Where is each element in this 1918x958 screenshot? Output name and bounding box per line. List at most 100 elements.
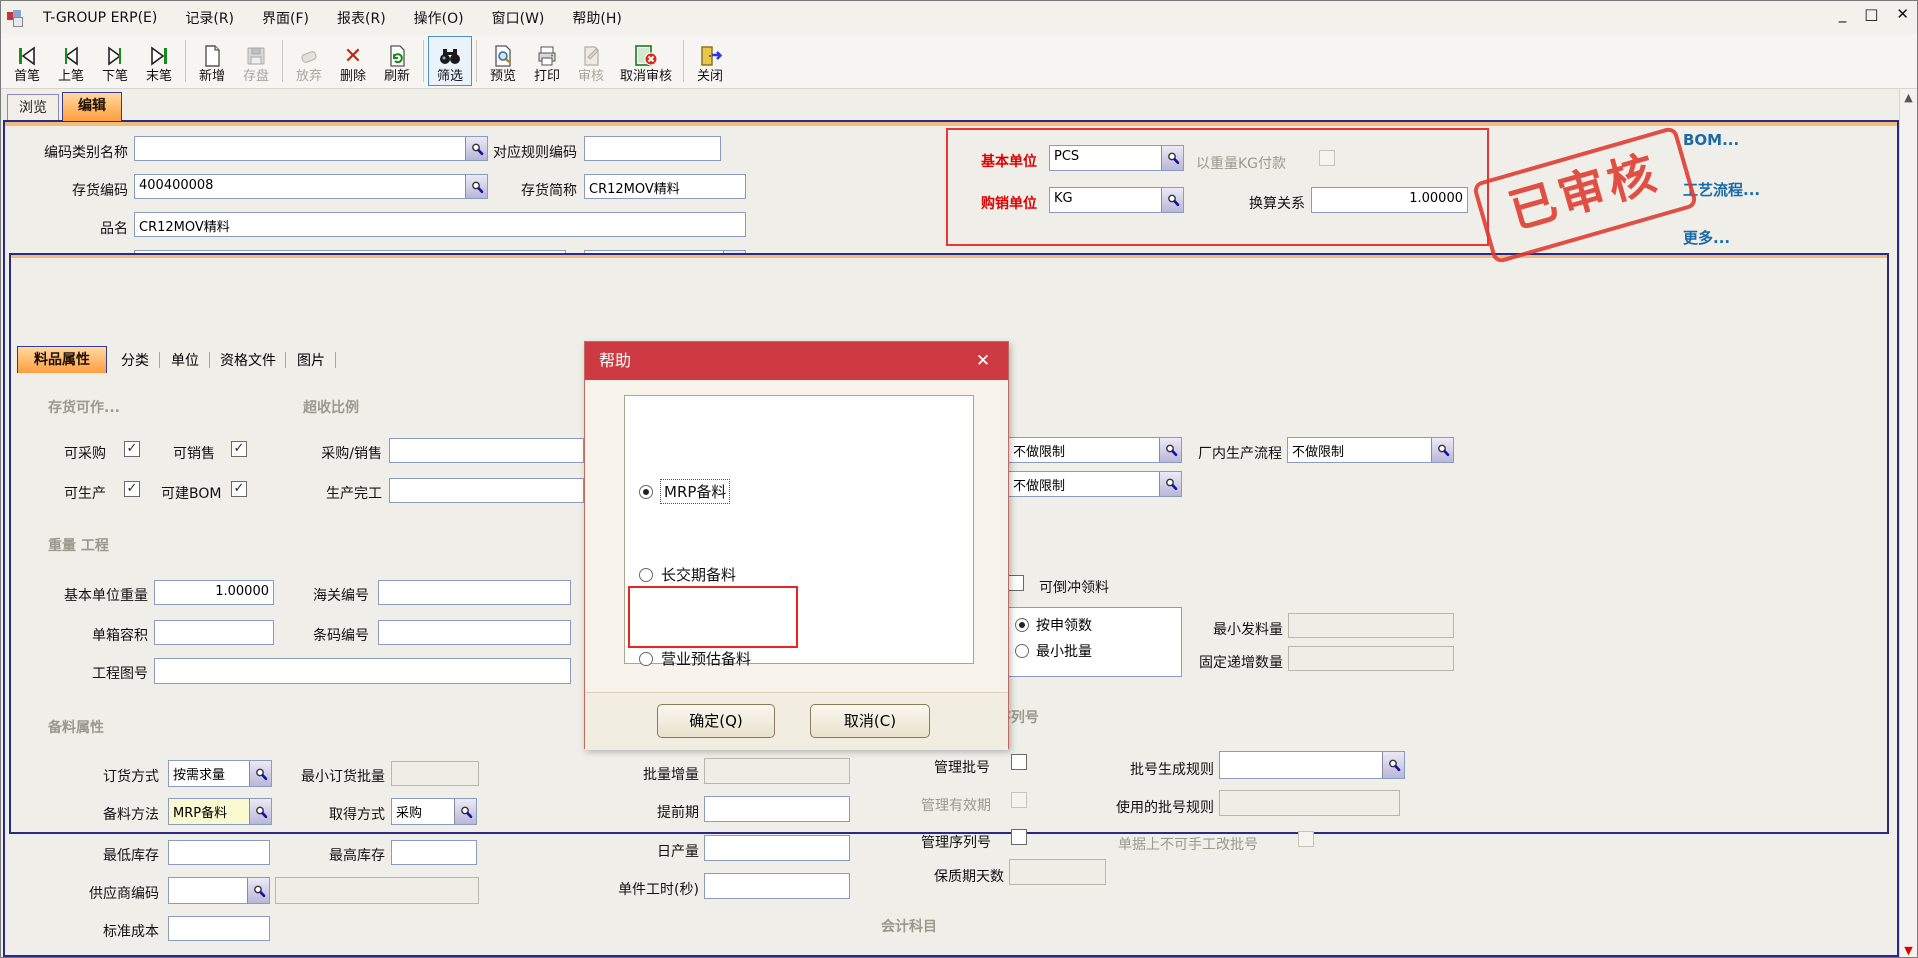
toolbar-separator: [185, 40, 186, 82]
base-weight-field[interactable]: 1.00000: [154, 580, 274, 605]
std-cost-field[interactable]: [168, 916, 270, 941]
option-long-lead-prep[interactable]: 长交期备料: [639, 564, 736, 585]
toolbar-cancel-audit-button[interactable]: 取消审核: [613, 36, 679, 86]
daily-output-field[interactable]: [704, 835, 850, 861]
dialog-close-icon[interactable]: ✕: [970, 342, 996, 380]
menu-operation[interactable]: 操作(O): [402, 4, 476, 32]
toolbar-delete-button[interactable]: ✕ 删除: [331, 36, 375, 86]
help-dialog-titlebar[interactable]: 帮助: [585, 342, 1008, 380]
audit-icon: [579, 43, 603, 69]
tab-unit[interactable]: 单位: [163, 348, 207, 373]
box-volume-label: 单箱容积: [78, 625, 148, 645]
batch-rule-combo[interactable]: [1219, 751, 1405, 779]
vertical-scrollbar[interactable]: ▲ ▼: [1899, 89, 1917, 958]
acquire-mode-combo[interactable]: 采购: [391, 798, 477, 825]
tab-classification[interactable]: 分类: [113, 348, 157, 373]
issue-by-request-option[interactable]: 按申领数: [1015, 612, 1175, 638]
link-bom[interactable]: BOM...: [1683, 131, 1739, 149]
conversion-field[interactable]: 1.00000: [1311, 187, 1468, 213]
lookup-icon[interactable]: [1161, 146, 1183, 170]
cancel-button[interactable]: 取消(C): [810, 704, 930, 738]
item-code-combo[interactable]: 400400008: [134, 174, 488, 199]
tab-edit[interactable]: 编辑: [62, 92, 122, 121]
can-purchase-checkbox[interactable]: ✓: [124, 441, 140, 457]
dialog-footer: [585, 692, 1008, 750]
toolbar-next-button[interactable]: 下笔: [93, 36, 137, 86]
prod-finish-label: 生产完工: [314, 483, 382, 503]
menu-help[interactable]: 帮助(H): [560, 4, 633, 32]
rule-code-field[interactable]: [584, 136, 721, 161]
lookup-icon[interactable]: [249, 761, 271, 786]
menu-report[interactable]: 报表(R): [325, 4, 398, 32]
order-mode-combo[interactable]: 按需求量: [168, 760, 272, 787]
limit-combo-2[interactable]: 不做限制: [1008, 471, 1182, 497]
max-stock-field[interactable]: [391, 840, 477, 865]
factory-flow-combo[interactable]: 不做限制: [1287, 437, 1454, 463]
purchase-sale-field[interactable]: [389, 438, 584, 463]
backflush-label: 可倒冲领料: [1039, 577, 1139, 597]
close-window-button[interactable]: ✕: [1896, 5, 1909, 23]
toolbar-new-button[interactable]: 新增: [190, 36, 234, 86]
tab-item-attributes[interactable]: 料品属性: [17, 346, 107, 373]
barcode-field[interactable]: [378, 620, 571, 645]
manage-serial-checkbox[interactable]: [1011, 829, 1027, 845]
lookup-icon[interactable]: [1161, 188, 1183, 212]
toolbar-close-button[interactable]: 关闭: [688, 36, 732, 86]
no-manual-batch-label: 单据上不可手工改批号: [1118, 834, 1290, 854]
lookup-icon[interactable]: [1159, 438, 1181, 462]
menu-record[interactable]: 记录(R): [173, 4, 246, 32]
lookup-icon[interactable]: [1159, 472, 1181, 496]
min-stock-field[interactable]: [168, 840, 270, 865]
minimize-button[interactable]: _: [1839, 5, 1847, 23]
manage-batch-checkbox[interactable]: [1011, 754, 1027, 770]
lookup-icon[interactable]: [249, 799, 271, 824]
toolbar-prev-button[interactable]: 上笔: [49, 36, 93, 86]
prod-finish-field[interactable]: [389, 478, 584, 503]
base-unit-combo[interactable]: PCS: [1049, 145, 1184, 171]
prep-method-combo[interactable]: MRP备料: [168, 798, 272, 825]
section-account: 会计科目: [881, 916, 937, 936]
supplier-combo[interactable]: [168, 877, 270, 904]
lookup-icon[interactable]: [247, 878, 269, 903]
can-bom-checkbox[interactable]: ✓: [231, 481, 247, 497]
limit-combo-1[interactable]: 不做限制: [1008, 437, 1182, 463]
scroll-up-icon[interactable]: ▲: [1900, 89, 1917, 106]
toolbar-preview-button[interactable]: 预览: [481, 36, 525, 86]
lookup-icon[interactable]: [454, 799, 476, 824]
toolbar-first-button[interactable]: 首笔: [5, 36, 49, 86]
menu-interface[interactable]: 界面(F): [250, 4, 321, 32]
can-produce-checkbox[interactable]: ✓: [124, 481, 140, 497]
customs-field[interactable]: [378, 580, 571, 605]
tab-browse[interactable]: 浏览: [7, 94, 59, 121]
lookup-icon[interactable]: [465, 137, 487, 160]
drawing-field[interactable]: [154, 658, 571, 684]
item-abbr-field[interactable]: CR12MOV精料: [584, 174, 746, 199]
lookup-icon[interactable]: [465, 175, 487, 198]
issue-by-min-batch-option[interactable]: 最小批量: [1015, 638, 1175, 664]
product-name-field[interactable]: CR12MOV精料: [134, 212, 746, 237]
unit-time-field[interactable]: [704, 873, 850, 899]
toolbar-last-button[interactable]: 末笔: [137, 36, 181, 86]
restore-button[interactable]: □: [1864, 5, 1878, 23]
option-sales-forecast-prep[interactable]: 营业预估备料: [639, 648, 751, 669]
box-volume-field[interactable]: [154, 620, 274, 645]
tab-images[interactable]: 图片: [289, 348, 333, 373]
toolbar-filter-button[interactable]: 筛选: [428, 36, 472, 86]
can-sell-checkbox[interactable]: ✓: [231, 441, 247, 457]
toolbar-print-button[interactable]: 打印: [525, 36, 569, 86]
lookup-icon[interactable]: [1382, 752, 1404, 778]
link-more[interactable]: 更多...: [1683, 227, 1730, 248]
ok-button[interactable]: 确定(Q): [657, 704, 775, 738]
code-category-combo[interactable]: [134, 136, 488, 161]
sales-unit-combo[interactable]: KG: [1049, 187, 1184, 213]
lookup-icon[interactable]: [1431, 438, 1453, 462]
supplier-name-field: [275, 877, 479, 904]
toolbar-refresh-button[interactable]: 刷新: [375, 36, 419, 86]
option-mrp-prep[interactable]: MRP备料: [639, 480, 729, 503]
menu-window[interactable]: 窗口(W): [480, 4, 557, 32]
tab-qualification-files[interactable]: 资格文件: [213, 348, 283, 373]
menu-tgroup-erp[interactable]: T-GROUP ERP(E): [31, 6, 169, 30]
lead-time-field[interactable]: [704, 796, 850, 822]
scroll-down-icon[interactable]: ▼: [1900, 942, 1917, 958]
backflush-checkbox[interactable]: [1008, 575, 1024, 591]
